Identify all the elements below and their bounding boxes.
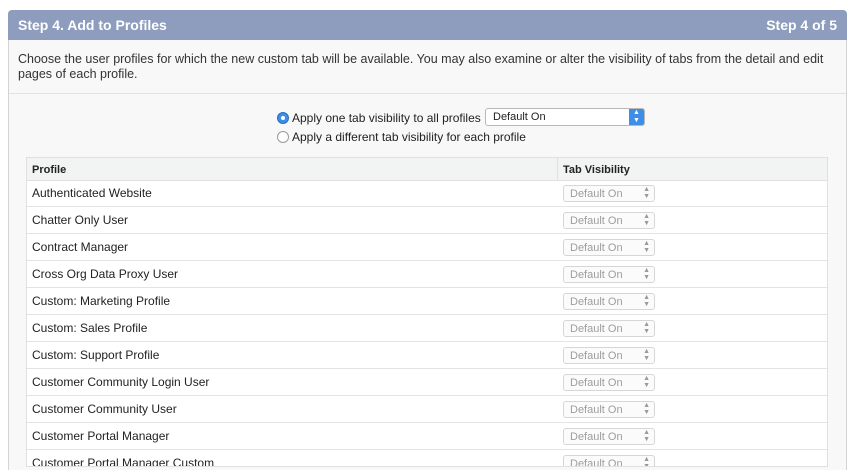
tab-visibility-select[interactable]: Default On ▲ ▼ bbox=[563, 185, 655, 202]
table-row: Contract Manager Default On ▲ ▼ bbox=[27, 234, 827, 261]
tab-visibility-select[interactable]: Default On ▲ ▼ bbox=[563, 401, 655, 418]
tab-visibility-select[interactable]: Default On ▲ ▼ bbox=[563, 320, 655, 337]
tab-visibility-select[interactable]: Default On ▲ ▼ bbox=[563, 212, 655, 229]
table-row: Chatter Only User Default On ▲ ▼ bbox=[27, 207, 827, 234]
table-row: Customer Community User Default On ▲ ▼ bbox=[27, 396, 827, 423]
tab-visibility-value: Default On bbox=[570, 458, 623, 467]
profile-name: Customer Portal Manager Custom bbox=[32, 456, 215, 467]
table-row: Custom: Sales Profile Default On ▲ ▼ bbox=[27, 315, 827, 342]
table-row: Custom: Marketing Profile Default On ▲ ▼ bbox=[27, 288, 827, 315]
profile-name: Customer Community Login User bbox=[32, 375, 210, 389]
select-arrows-icon: ▲ ▼ bbox=[643, 456, 650, 467]
tab-visibility-select[interactable]: Default On ▲ ▼ bbox=[563, 239, 655, 256]
tab-visibility-value: Default On bbox=[570, 188, 623, 200]
tab-visibility-value: Default On bbox=[570, 296, 623, 308]
column-separator bbox=[557, 158, 558, 180]
select-arrows-icon: ▲ ▼ bbox=[643, 267, 650, 281]
select-arrows-icon: ▲ ▼ bbox=[643, 213, 650, 227]
step-header: Step 4. Add to Profiles Step 4 of 5 bbox=[8, 10, 847, 40]
profile-name: Custom: Marketing Profile bbox=[32, 294, 171, 308]
profile-name: Cross Org Data Proxy User bbox=[32, 267, 179, 281]
profiles-table: Profile Tab Visibility Authenticated Web… bbox=[26, 157, 828, 467]
table-row: Cross Org Data Proxy User Default On ▲ ▼ bbox=[27, 261, 827, 288]
select-arrows-icon: ▲ ▼ bbox=[643, 186, 650, 200]
tab-visibility-select[interactable]: Default On ▲ ▼ bbox=[563, 266, 655, 283]
step-indicator: Step 4 of 5 bbox=[766, 17, 837, 33]
select-arrows-icon: ▲ ▼ bbox=[643, 402, 650, 416]
tab-visibility-value: Default On bbox=[570, 215, 623, 227]
select-arrows-icon: ▲ ▼ bbox=[643, 429, 650, 443]
profile-name: Customer Portal Manager bbox=[32, 429, 170, 443]
tab-visibility-select[interactable]: Default On ▲ ▼ bbox=[563, 428, 655, 445]
select-arrows-icon: ▲ ▼ bbox=[629, 109, 644, 125]
profile-name: Customer Community User bbox=[32, 402, 177, 416]
apply-each-option[interactable]: Apply a different tab visibility for eac… bbox=[277, 128, 526, 146]
step-title: Step 4. Add to Profiles bbox=[18, 17, 167, 33]
table-row: Custom: Support Profile Default On ▲ ▼ bbox=[27, 342, 827, 369]
divider bbox=[9, 93, 846, 94]
tab-visibility-select[interactable]: Default On ▲ ▼ bbox=[563, 374, 655, 391]
table-row: Customer Portal Manager Custom Default On… bbox=[27, 450, 827, 467]
tab-visibility-select[interactable]: Default On ▲ ▼ bbox=[563, 455, 655, 467]
tab-visibility-select[interactable]: Default On ▲ ▼ bbox=[563, 347, 655, 364]
select-arrows-icon: ▲ ▼ bbox=[643, 321, 650, 335]
tab-visibility-value: Default On bbox=[570, 242, 623, 254]
tab-visibility-value: Default On bbox=[570, 350, 623, 362]
tab-visibility-value: Default On bbox=[570, 323, 623, 335]
tab-visibility-value: Default On bbox=[570, 269, 623, 281]
visibility-select-value: Default On bbox=[493, 111, 546, 123]
column-header-tab-visibility: Tab Visibility bbox=[563, 164, 630, 176]
step-description: Choose the user profiles for which the n… bbox=[18, 52, 824, 81]
table-row: Customer Portal Manager Default On ▲ ▼ bbox=[27, 423, 827, 450]
profile-name: Custom: Sales Profile bbox=[32, 321, 148, 335]
apply-all-radio[interactable] bbox=[277, 112, 289, 124]
tab-visibility-select[interactable]: Default On ▲ ▼ bbox=[563, 293, 655, 310]
tab-visibility-value: Default On bbox=[570, 404, 623, 416]
apply-each-radio[interactable] bbox=[277, 131, 289, 143]
table-header: Profile Tab Visibility bbox=[27, 158, 827, 181]
select-arrows-icon: ▲ ▼ bbox=[643, 348, 650, 362]
apply-all-option[interactable]: Apply one tab visibility to all profiles bbox=[277, 109, 481, 127]
tab-visibility-value: Default On bbox=[570, 377, 623, 389]
select-arrows-icon: ▲ ▼ bbox=[643, 240, 650, 254]
select-arrows-icon: ▲ ▼ bbox=[643, 294, 650, 308]
apply-all-label[interactable]: Apply one tab visibility to all profiles bbox=[292, 111, 481, 125]
select-arrows-icon: ▲ ▼ bbox=[643, 375, 650, 389]
profile-name: Custom: Support Profile bbox=[32, 348, 160, 362]
profile-name: Authenticated Website bbox=[32, 186, 152, 200]
profile-name: Contract Manager bbox=[32, 240, 129, 254]
profile-name: Chatter Only User bbox=[32, 213, 129, 227]
tab-visibility-value: Default On bbox=[570, 431, 623, 443]
apply-each-label[interactable]: Apply a different tab visibility for eac… bbox=[292, 130, 526, 144]
visibility-select[interactable]: Default On ▲ ▼ bbox=[485, 108, 645, 126]
table-row: Customer Community Login User Default On ▲… bbox=[27, 369, 827, 396]
column-header-profile: Profile bbox=[32, 164, 67, 176]
table-row: Authenticated Website Default On ▲ ▼ bbox=[27, 180, 827, 207]
